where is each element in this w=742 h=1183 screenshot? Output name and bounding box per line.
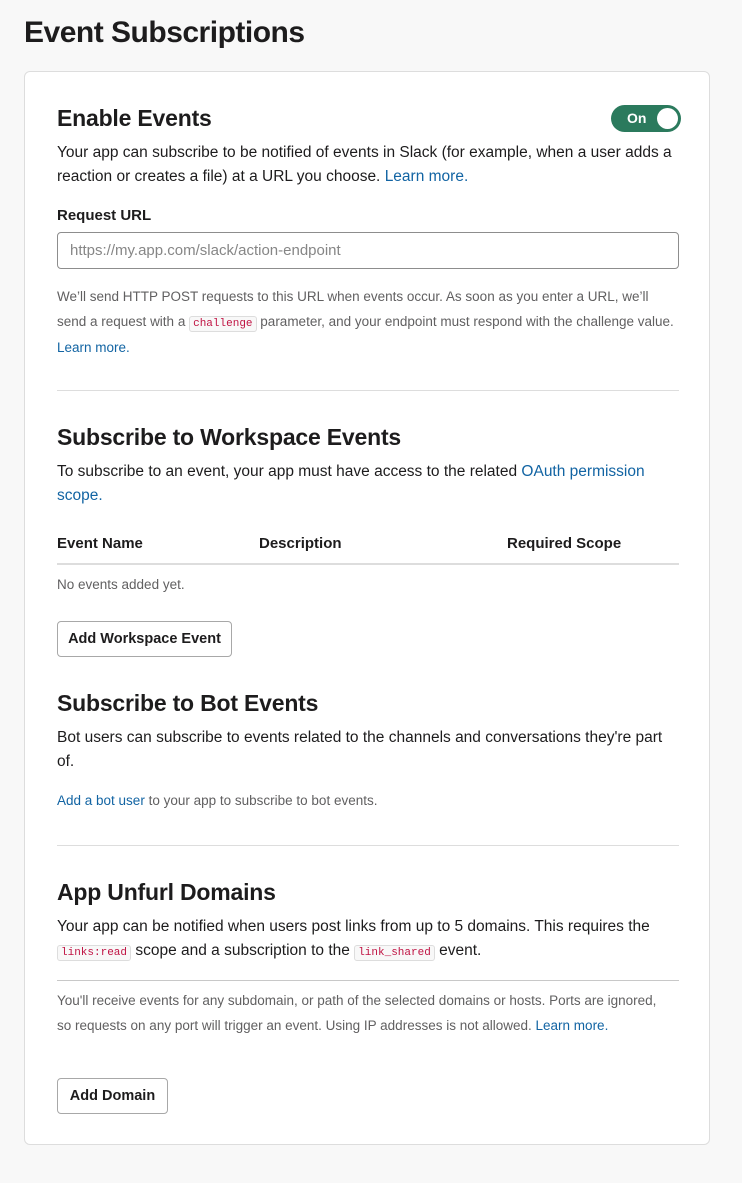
- add-bot-user-link[interactable]: Add a bot user: [57, 793, 145, 808]
- workspace-events-heading: Subscribe to Workspace Events: [57, 424, 402, 450]
- events-empty-text: No events added yet.: [57, 577, 185, 592]
- add-bot-user-suffix: to your app to subscribe to bot events.: [148, 793, 378, 808]
- add-domain-button[interactable]: Add Domain: [57, 1078, 168, 1114]
- column-header-required-scope: Required Scope: [507, 535, 622, 552]
- column-header-description: Description: [259, 535, 342, 552]
- enable-events-learn-more-link[interactable]: Learn more.: [385, 168, 469, 185]
- unfurl-note: You'll receive events for any subdomain,…: [57, 989, 657, 1038]
- page-title: Event Subscriptions: [24, 16, 305, 49]
- request-url-label: Request URL: [57, 207, 152, 224]
- unfurl-domains-heading: App Unfurl Domains: [57, 879, 276, 905]
- workspace-events-description: To subscribe to an event, your app must …: [57, 460, 677, 508]
- add-workspace-event-button[interactable]: Add Workspace Event: [57, 621, 232, 657]
- request-url-input[interactable]: [57, 232, 679, 269]
- enable-events-description-text: Your app can subscribe to be notified of…: [57, 144, 672, 185]
- unfurl-desc-text-2: scope and a subscription to the: [135, 942, 350, 959]
- links-read-code: links:read: [57, 945, 132, 961]
- add-bot-user-row: Add a bot user to your app to subscribe …: [57, 793, 377, 808]
- unfurl-domains-description: Your app can be notified when users post…: [57, 915, 681, 965]
- workspace-events-description-text: To subscribe to an event, your app must …: [57, 463, 518, 480]
- event-subscriptions-card: Enable Events On Your app can subscribe …: [24, 71, 710, 1145]
- unfurl-learn-more-link[interactable]: Learn more.: [536, 1018, 609, 1033]
- bot-events-heading: Subscribe to Bot Events: [57, 690, 319, 716]
- unfurl-desc-text-1: Your app can be notified when users post…: [57, 918, 650, 935]
- column-header-event-name: Event Name: [57, 535, 143, 552]
- request-url-learn-more-link[interactable]: Learn more.: [57, 340, 130, 355]
- unfurl-desc-text-3: event.: [439, 942, 482, 959]
- enable-events-description: Your app can subscribe to be notified of…: [57, 141, 683, 189]
- toggle-label: On: [627, 110, 647, 126]
- enable-events-toggle[interactable]: On: [611, 105, 681, 132]
- section-divider: [57, 390, 679, 391]
- challenge-code: challenge: [189, 315, 257, 332]
- toggle-knob: [657, 108, 678, 129]
- request-url-help: We’ll send HTTP POST requests to this UR…: [57, 285, 681, 361]
- unfurl-divider: [57, 980, 679, 981]
- enable-events-heading: Enable Events: [57, 105, 212, 131]
- section-divider: [57, 845, 679, 846]
- table-header-divider: [57, 563, 679, 565]
- request-url-help-text-2: parameter, and your endpoint must respon…: [260, 313, 674, 329]
- bot-events-description: Bot users can subscribe to events relate…: [57, 729, 663, 770]
- link-shared-code: link_shared: [354, 945, 435, 961]
